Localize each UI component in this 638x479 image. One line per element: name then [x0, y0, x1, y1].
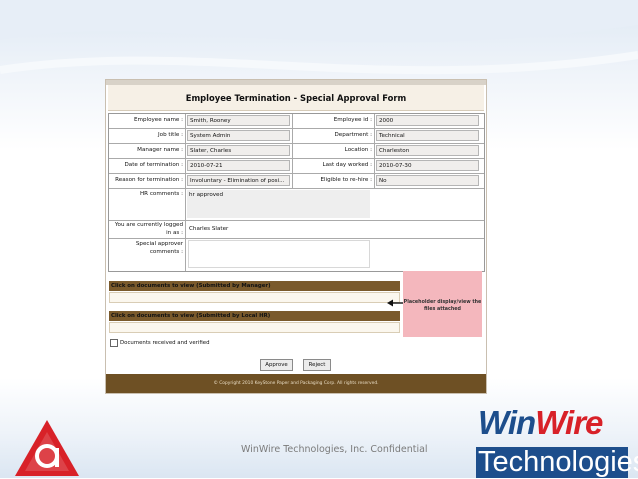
eligible-rehire-label: Eligible to re-hire :	[320, 177, 372, 183]
approver-comments-label-line1: Special approver	[135, 241, 183, 247]
winwire-logo-technologies: Technologies	[478, 446, 638, 478]
approver-comments-label-line2: comments :	[149, 249, 183, 255]
winwire-logo-wordmark: WinWire	[478, 404, 603, 441]
job-title-label: Job title :	[158, 132, 183, 138]
employee-name-label: Employee name :	[133, 117, 183, 123]
documents-verified-checkbox[interactable]	[110, 339, 118, 347]
approver-comments-textarea[interactable]	[188, 240, 370, 268]
department-label: Department :	[334, 132, 372, 138]
termination-date-label: Date of termination :	[124, 162, 183, 168]
department-field[interactable]: Technical	[376, 130, 479, 141]
placeholder-text-line2: files attached	[424, 307, 461, 312]
logged-in-label-line1: You are currently logged	[114, 222, 183, 228]
form-row-manager: Manager name : Slater, Charles Location …	[109, 144, 484, 159]
employee-name-field[interactable]: Smith, Rooney	[187, 115, 290, 126]
manager-name-label: Manager name :	[137, 147, 183, 153]
job-title-field[interactable]: System Admin	[187, 130, 290, 141]
employee-id-label: Employee id :	[333, 117, 372, 123]
last-day-worked-label: Last day worked :	[322, 162, 373, 168]
form-row-job: Job title : System Admin Department : Te…	[109, 129, 484, 144]
employee-details-grid: Employee name : Smith, Rooney Employee i…	[108, 113, 485, 272]
logged-in-user: Charles Slater	[189, 226, 229, 232]
termination-date-field[interactable]: 2010-07-21	[187, 160, 290, 171]
hr-comments-field[interactable]: hr approved	[187, 190, 370, 218]
eligible-rehire-field[interactable]: No	[376, 175, 479, 186]
confidential-notice: WinWire Technologies, Inc. Confidential	[241, 444, 428, 455]
reject-button[interactable]: Reject	[303, 359, 331, 371]
manager-name-field[interactable]: Slater, Charles	[187, 145, 290, 156]
employee-id-field[interactable]: 2000	[376, 115, 479, 126]
location-label: Location :	[344, 147, 372, 153]
placeholder-panel: Placeholder display/view the files attac…	[403, 271, 482, 337]
documents-verified-label: Documents received and verified	[120, 340, 210, 346]
location-field[interactable]: Charleston	[376, 145, 479, 156]
approve-button[interactable]: Approve	[260, 359, 293, 371]
form-row-dates: Date of termination : 2010-07-21 Last da…	[109, 159, 484, 174]
docs-hr-list[interactable]	[109, 322, 400, 333]
form-row-employee: Employee name : Smith, Rooney Employee i…	[109, 114, 484, 129]
docs-manager-list[interactable]	[109, 292, 400, 303]
hr-comments-label: HR comments :	[139, 191, 183, 197]
form-row-reason: Reason for termination : Involuntary - E…	[109, 174, 484, 189]
form-title: Employee Termination - Special Approval …	[108, 85, 484, 111]
form-row-hr-comments: HR comments : hr approved	[109, 189, 484, 221]
termination-reason-select[interactable]: Involuntary - Elimination of posi...	[187, 175, 290, 186]
form-footer-copyright: © Copyright 2010 KeyStone Paper and Pack…	[106, 374, 486, 393]
placeholder-text-line1: Placeholder display/view the	[403, 300, 482, 305]
termination-reason-label: Reason for termination :	[115, 177, 183, 183]
form-row-approver-comments: Special approver comments :	[109, 239, 484, 271]
winwire-logo-win: Win	[478, 404, 536, 441]
last-day-worked-field[interactable]: 2010-07-30	[376, 160, 479, 171]
docs-manager-header[interactable]: Click on documents to view (Submitted by…	[109, 281, 400, 291]
docs-hr-header[interactable]: Click on documents to view (Submitted by…	[109, 311, 400, 321]
form-row-logged-in: You are currently logged in as : Charles…	[109, 221, 484, 239]
winwire-logo-wire: Wire	[535, 404, 603, 441]
logged-in-label-line2: in as :	[166, 230, 183, 236]
appian-logo-icon	[15, 420, 79, 476]
termination-form-screenshot: Employee Termination - Special Approval …	[105, 79, 487, 394]
